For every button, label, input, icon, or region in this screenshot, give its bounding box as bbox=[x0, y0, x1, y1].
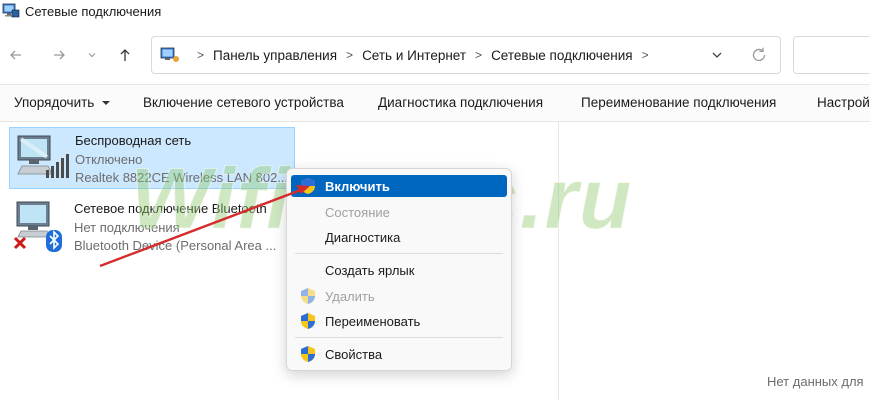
enable-device-button[interactable]: Включение сетевого устройства bbox=[143, 95, 344, 110]
pane-divider bbox=[558, 122, 559, 400]
breadcrumb-separator[interactable]: > bbox=[475, 48, 482, 62]
context-menu: Включить Состояние Диагностика Создать я… bbox=[286, 168, 512, 371]
connection-item-wireless[interactable]: Беспроводная сеть Отключено Realtek 8822… bbox=[9, 127, 295, 189]
breadcrumb-network-connections[interactable]: Сетевые подключения bbox=[491, 48, 633, 63]
breadcrumb-control-panel[interactable]: Панель управления bbox=[213, 48, 337, 63]
connection-status: Нет подключения bbox=[74, 219, 180, 235]
bluetooth-adapter-icon bbox=[13, 201, 62, 252]
menu-item-label: Переименовать bbox=[325, 313, 421, 329]
up-button[interactable] bbox=[113, 43, 137, 67]
organize-button[interactable]: Упорядочить bbox=[14, 95, 111, 110]
uac-shield-icon bbox=[301, 346, 315, 362]
refresh-icon[interactable] bbox=[750, 46, 768, 64]
connection-name: Сетевое подключение Bluetooth bbox=[74, 201, 267, 216]
details-empty-text: Нет данных для bbox=[767, 374, 864, 389]
title-bar: Сетевые подключения bbox=[0, 0, 870, 22]
organize-label: Упорядочить bbox=[14, 95, 95, 110]
chevron-down-icon[interactable] bbox=[710, 48, 724, 62]
caret-down-icon bbox=[102, 101, 111, 105]
network-connections-icon bbox=[2, 3, 20, 18]
connection-status: Отключено bbox=[75, 151, 143, 167]
menu-separator bbox=[295, 337, 503, 338]
menu-item-label: Удалить bbox=[325, 288, 375, 304]
diagnose-button[interactable]: Диагностика подключения bbox=[378, 95, 543, 110]
recent-locations-button[interactable] bbox=[82, 43, 102, 67]
window-title: Сетевые подключения bbox=[25, 3, 162, 19]
menu-item-delete[interactable]: Удалить bbox=[291, 285, 507, 307]
settings-button[interactable]: Настрой bbox=[817, 95, 870, 110]
menu-separator bbox=[295, 253, 503, 254]
connection-item-bluetooth[interactable]: Сетевое подключение Bluetooth Нет подклю… bbox=[9, 196, 295, 258]
menu-item-rename[interactable]: Переименовать bbox=[291, 310, 507, 332]
breadcrumb-network-internet[interactable]: Сеть и Интернет bbox=[362, 48, 466, 63]
arrow-right-icon bbox=[54, 50, 65, 60]
uac-shield-icon bbox=[301, 313, 315, 329]
command-bar: Упорядочить Включение сетевого устройств… bbox=[0, 84, 870, 122]
arrow-up-icon bbox=[120, 49, 130, 61]
forward-button[interactable] bbox=[47, 43, 71, 67]
arrow-left-icon bbox=[10, 50, 21, 60]
menu-item-properties[interactable]: Свойства bbox=[291, 343, 507, 365]
connection-info: Беспроводная сеть Отключено Realtek 8822… bbox=[75, 132, 293, 188]
menu-item-label: Состояние bbox=[325, 204, 390, 220]
breadcrumb-separator[interactable]: > bbox=[642, 48, 649, 62]
menu-item-label: Свойства bbox=[325, 346, 383, 362]
breadcrumb-separator[interactable]: > bbox=[346, 48, 353, 62]
navigation-bar: > Панель управления > Сеть и Интернет > … bbox=[0, 35, 870, 75]
connection-device: Bluetooth Device (Personal Area ... bbox=[74, 238, 277, 253]
wireless-adapter-icon bbox=[17, 135, 69, 178]
menu-item-label: Создать ярлык bbox=[325, 262, 415, 278]
menu-item-diagnose[interactable]: Диагностика bbox=[291, 226, 507, 248]
rename-button[interactable]: Переименование подключения bbox=[581, 95, 776, 110]
chevron-down-icon bbox=[88, 53, 96, 58]
connection-info: Сетевое подключение Bluetooth Нет подклю… bbox=[74, 200, 292, 256]
connection-name: Беспроводная сеть bbox=[75, 133, 192, 148]
breadcrumb-separator: > bbox=[197, 48, 205, 62]
uac-shield-icon bbox=[301, 288, 315, 304]
address-bar[interactable]: > Панель управления > Сеть и Интернет > … bbox=[151, 36, 781, 74]
control-panel-icon bbox=[160, 47, 179, 62]
menu-item-label: Включить bbox=[325, 178, 390, 194]
back-button[interactable] bbox=[4, 43, 28, 67]
connection-device: Realtek 8822CE Wireless LAN 802... bbox=[75, 170, 289, 185]
menu-item-label: Диагностика bbox=[325, 229, 401, 245]
menu-item-status[interactable]: Состояние bbox=[291, 201, 507, 223]
menu-item-enable[interactable]: Включить bbox=[291, 175, 507, 197]
uac-shield-icon bbox=[301, 178, 315, 194]
menu-item-create-shortcut[interactable]: Создать ярлык bbox=[291, 259, 507, 281]
search-input[interactable] bbox=[793, 36, 870, 74]
